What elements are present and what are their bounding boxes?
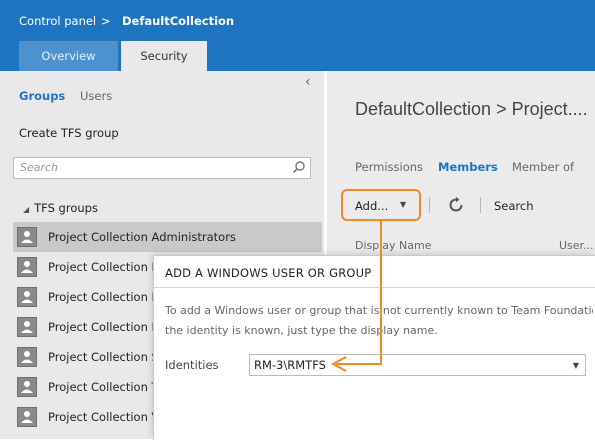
dialog-description-line1: To add a Windows user or group that is n…: [165, 304, 593, 317]
collapse-icon[interactable]: ‹: [305, 74, 311, 90]
search-icon[interactable]: [292, 160, 306, 174]
identities-label: Identities: [165, 358, 219, 372]
dialog-title: ADD A WINDOWS USER OR GROUP: [165, 266, 372, 280]
dialog-divider: [154, 287, 595, 288]
breadcrumb-separator: >: [101, 14, 111, 28]
identities-value: RM-3\RMTFS: [254, 358, 326, 372]
expand-triangle-icon: ◢: [23, 205, 30, 214]
group-list-item-label: Project Collection S: [48, 350, 159, 364]
page-title: DefaultCollection > Project....: [355, 99, 588, 119]
tab-security[interactable]: Security: [121, 41, 207, 71]
top-bar: Control panel > DefaultCollection: [0, 0, 595, 41]
group-list-item-label: Project Collection Administrators: [48, 230, 236, 244]
refresh-icon[interactable]: [448, 197, 464, 213]
group-icon: [17, 257, 37, 277]
tree-header-label: TFS groups: [34, 201, 98, 215]
breadcrumb-current: DefaultCollection: [122, 14, 235, 28]
group-icon: [17, 407, 37, 427]
group-list-item-label: Project Collection B: [48, 290, 160, 304]
breadcrumb-control-panel[interactable]: Control panel: [19, 14, 96, 28]
search-placeholder: Search: [20, 161, 59, 174]
group-icon: [17, 317, 37, 337]
chevron-down-icon: ▼: [400, 200, 407, 209]
group-icon: [17, 347, 37, 367]
chevron-down-icon[interactable]: ▼: [573, 361, 579, 370]
add-button[interactable]: Add... ▼: [341, 189, 421, 221]
toolbar-divider: [480, 197, 481, 213]
group-icon: [17, 227, 37, 247]
group-icon: [17, 377, 37, 397]
identities-input[interactable]: RM-3\RMTFS ▼: [249, 354, 586, 376]
group-list-item-label: Project Collection V: [48, 410, 160, 424]
tab-overview[interactable]: Overview: [19, 41, 118, 71]
group-list-item-label: Project Collection T: [48, 380, 159, 394]
group-icon: [17, 287, 37, 307]
group-list-item-label: Project Collection B: [48, 260, 160, 274]
dialog-description-line2: the identity is known, just type the dis…: [165, 324, 438, 337]
pivot-permissions[interactable]: Permissions: [355, 160, 423, 174]
dialog-description: To add a Windows user or group that is n…: [165, 301, 593, 341]
toolbar-divider: [429, 197, 430, 213]
subtab-users[interactable]: Users: [80, 89, 112, 103]
add-button-label: Add...: [355, 199, 389, 213]
group-list-item[interactable]: Project Collection Administrators: [13, 222, 322, 252]
subtab-groups[interactable]: Groups: [19, 89, 65, 103]
pivot-members[interactable]: Members: [438, 160, 498, 174]
group-list-item-label: Project Collection P: [48, 320, 159, 334]
column-user[interactable]: User...: [559, 239, 594, 252]
add-windows-user-dialog: ADD A WINDOWS USER OR GROUP To add a Win…: [153, 255, 595, 440]
tab-strip: Overview Security: [0, 41, 595, 71]
pivot-member-of[interactable]: Member of: [512, 160, 574, 174]
create-tfs-group-link[interactable]: Create TFS group: [19, 126, 119, 140]
group-search-input[interactable]: Search: [13, 157, 311, 179]
search-members-button[interactable]: Search: [494, 199, 534, 213]
tfs-groups-header[interactable]: ◢ TFS groups: [23, 201, 98, 215]
column-display-name[interactable]: Display Name: [355, 239, 432, 252]
